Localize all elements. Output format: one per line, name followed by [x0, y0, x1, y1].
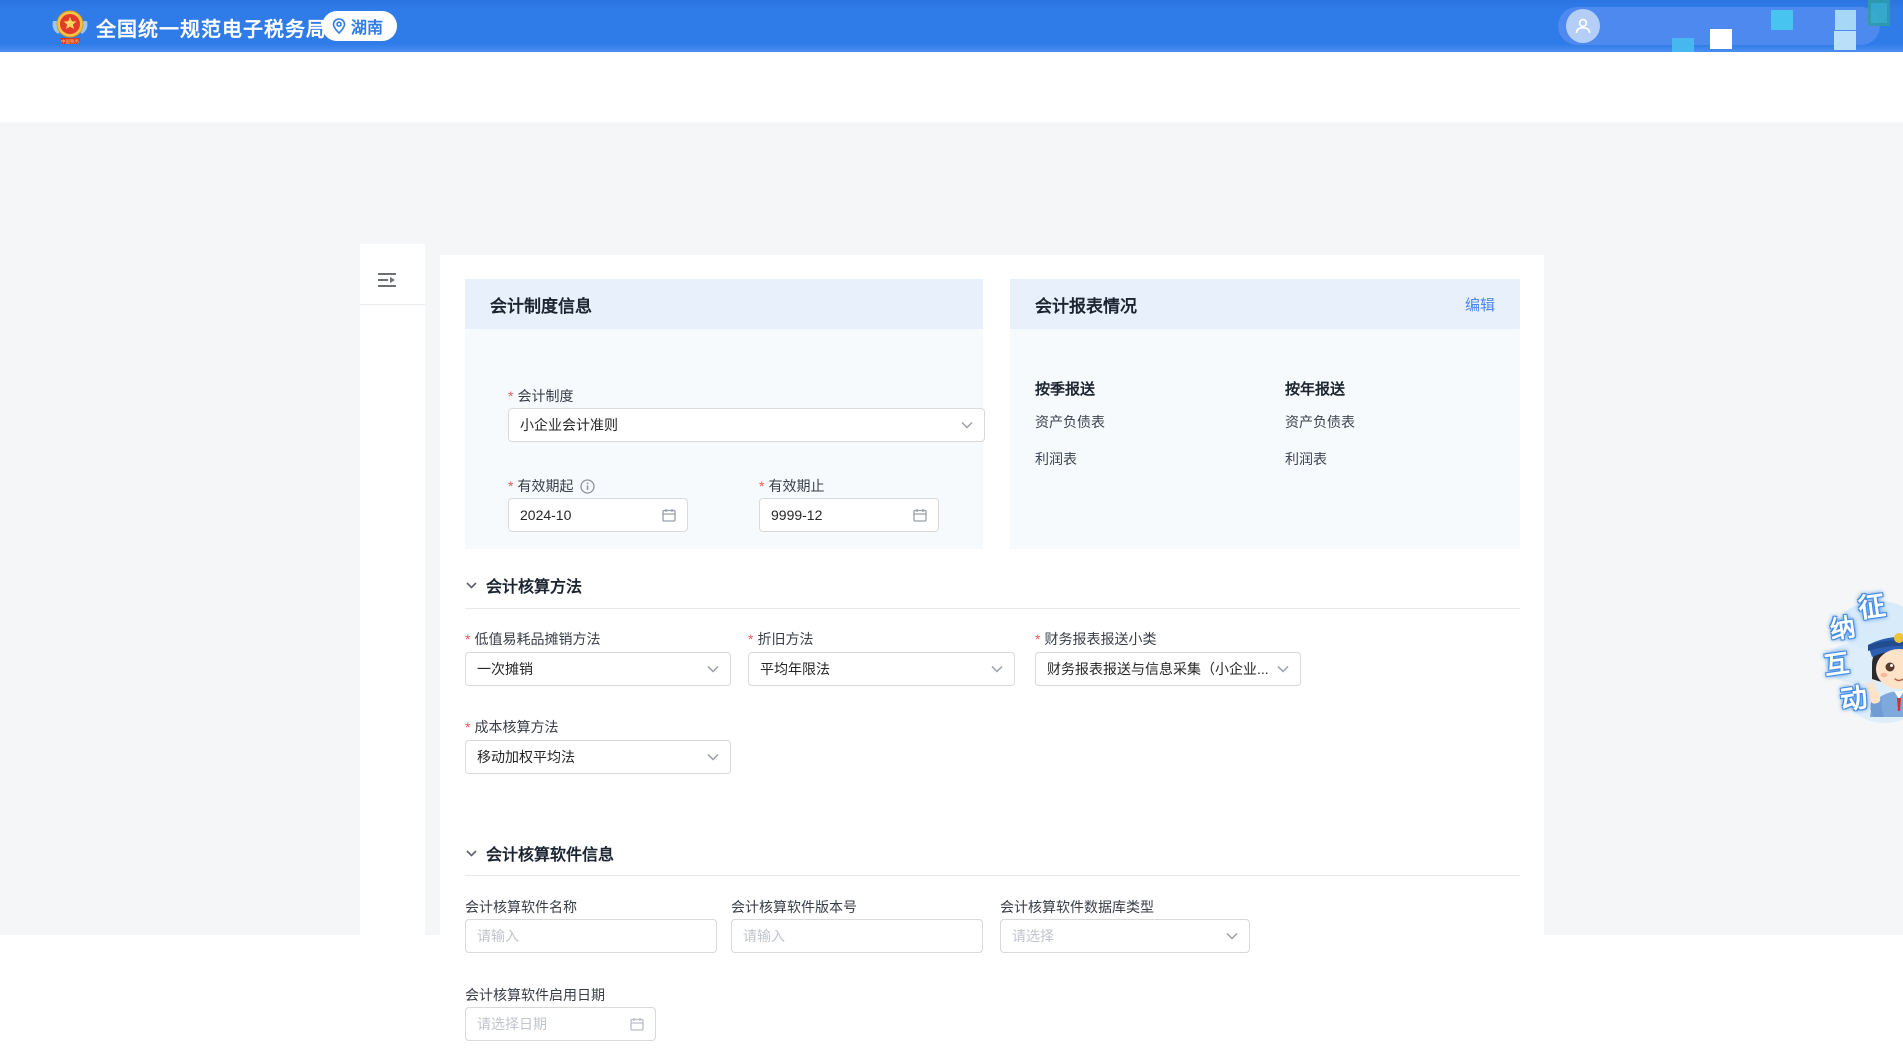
software-db-type-label: 会计核算软件数据库类型	[1000, 897, 1154, 917]
accounting-system-select[interactable]: 小企业会计准则	[508, 408, 985, 442]
page-background: 会计制度信息 * 会计制度 小企业会计准则 * 有效期起	[0, 122, 1903, 935]
accounting-system-panel-header: 会计制度信息	[465, 279, 983, 329]
valid-to-value[interactable]	[771, 507, 905, 523]
section-divider	[465, 875, 1520, 876]
report-status-panel-header: 会计报表情况 编辑	[1010, 279, 1520, 329]
tax-bureau-emblem-logo: 中国税务	[50, 7, 90, 47]
section-title: 会计核算方法	[486, 573, 582, 597]
software-name-input[interactable]	[465, 919, 717, 953]
tax-interaction-mascot[interactable]: 征 纳 互 动	[1820, 583, 1903, 743]
app-header: 中国税务 全国统一规范电子税务局 湖南	[0, 0, 1903, 52]
decor-square	[1672, 38, 1694, 52]
methods-section-header[interactable]: 会计核算方法	[466, 573, 582, 597]
amortization-select[interactable]: 一次摊销	[465, 652, 731, 686]
report-item: 利润表	[1035, 449, 1077, 469]
mascot-char: 动	[1837, 675, 1869, 717]
chevron-down-icon	[1226, 932, 1238, 940]
accounting-system-panel: 会计制度信息 * 会计制度 小企业会计准则 * 有效期起	[465, 279, 983, 549]
panel-title: 会计制度信息	[490, 292, 592, 317]
mascot-char: 征	[1855, 583, 1887, 625]
report-item: 资产负债表	[1285, 412, 1355, 432]
required-marker: *	[465, 631, 470, 647]
svg-text:中国税务: 中国税务	[61, 38, 79, 45]
valid-from-label: * 有效期起	[508, 476, 595, 496]
yearly-column-header: 按年报送	[1285, 378, 1345, 399]
chevron-down-icon	[707, 665, 719, 673]
decor-square	[1771, 10, 1793, 30]
section-collapse-chevron-icon	[466, 582, 477, 589]
decor-square	[1710, 29, 1732, 49]
chevron-down-icon	[1277, 665, 1289, 673]
software-db-type-select[interactable]: 请选择	[1000, 919, 1250, 953]
valid-to-label: * 有效期止	[759, 476, 824, 496]
software-start-date-label: 会计核算软件启用日期	[465, 985, 605, 1005]
report-subtype-label: * 财务报表报送小类	[1035, 629, 1156, 649]
costing-select[interactable]: 移动加权平均法	[465, 740, 731, 774]
software-name-field[interactable]	[477, 928, 705, 944]
calendar-icon	[630, 1017, 644, 1031]
section-divider	[465, 608, 1520, 609]
required-marker: *	[1035, 631, 1040, 647]
software-version-input[interactable]	[731, 919, 983, 953]
report-status-panel: 会计报表情况 编辑 按季报送 资产负债表 利润表 按年报送 资产负债表 利润表	[1010, 279, 1520, 549]
decor-square	[1835, 10, 1856, 30]
panel-title: 会计报表情况	[1035, 292, 1137, 317]
info-icon[interactable]	[580, 479, 595, 494]
valid-to-date-input[interactable]	[759, 498, 939, 532]
decor-square	[1834, 31, 1856, 50]
report-subtype-select[interactable]: 财务报表报送与信息采集（小企业...	[1035, 652, 1301, 686]
chevron-down-icon	[707, 753, 719, 761]
edit-report-button[interactable]: 编辑	[1465, 294, 1495, 315]
user-avatar[interactable]	[1566, 9, 1600, 43]
section-title: 会计核算软件信息	[486, 841, 614, 865]
required-marker: *	[748, 631, 753, 647]
breadcrumb-band: 返回 首页 › 财务会计制度及核算软件备案报告	[0, 52, 1903, 122]
calendar-icon	[913, 508, 927, 522]
software-section-header[interactable]: 会计核算软件信息	[466, 841, 614, 865]
software-version-field[interactable]	[743, 928, 971, 944]
costing-label: * 成本核算方法	[465, 717, 558, 737]
section-collapse-chevron-icon	[466, 850, 477, 857]
decor-qr-corner	[1868, 0, 1890, 26]
chevron-down-icon	[961, 421, 973, 429]
required-marker: *	[508, 388, 513, 404]
content-card: 会计制度信息 * 会计制度 小企业会计准则 * 有效期起	[440, 255, 1544, 1057]
user-icon	[1573, 16, 1593, 36]
location-pin-icon	[332, 18, 346, 34]
valid-from-date-input[interactable]	[508, 498, 688, 532]
software-name-label: 会计核算软件名称	[465, 897, 577, 917]
valid-from-value[interactable]	[520, 507, 654, 523]
region-label: 湖南	[351, 14, 383, 38]
collapsed-sidebar	[360, 244, 425, 1057]
region-selector[interactable]: 湖南	[322, 11, 397, 41]
chevron-down-icon	[991, 665, 1003, 673]
quarterly-column-header: 按季报送	[1035, 378, 1095, 399]
required-marker: *	[759, 478, 764, 494]
required-marker: *	[465, 719, 470, 735]
app-title: 全国统一规范电子税务局	[96, 13, 327, 42]
software-start-date-input[interactable]	[465, 1007, 656, 1041]
report-item: 资产负债表	[1035, 412, 1105, 432]
software-version-label: 会计核算软件版本号	[731, 897, 857, 917]
required-marker: *	[508, 478, 513, 494]
amortization-label: * 低值易耗品摊销方法	[465, 629, 600, 649]
sidebar-collapse-icon[interactable]	[377, 272, 397, 288]
accounting-system-label: * 会计制度	[508, 386, 573, 406]
sidebar-divider	[360, 304, 425, 305]
software-start-date-field[interactable]	[477, 1016, 622, 1032]
depreciation-label: * 折旧方法	[748, 629, 813, 649]
report-item: 利润表	[1285, 449, 1327, 469]
mascot-char: 纳	[1828, 607, 1858, 646]
depreciation-select[interactable]: 平均年限法	[748, 652, 1015, 686]
calendar-icon	[662, 508, 676, 522]
